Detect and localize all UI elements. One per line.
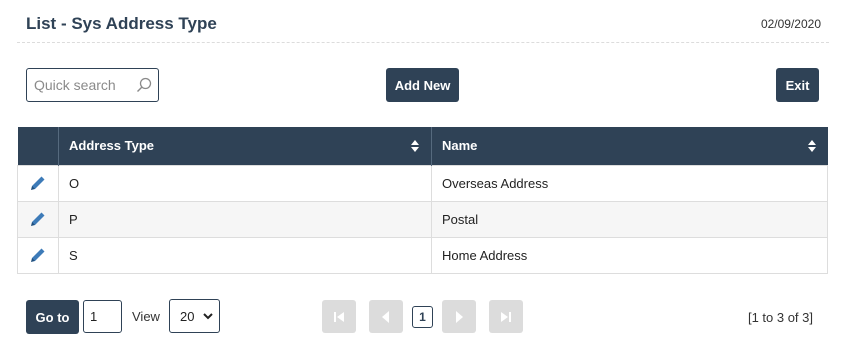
previous-page-icon — [382, 310, 389, 323]
address-type-cell: S — [58, 236, 432, 274]
edit-cell[interactable] — [17, 236, 59, 274]
page-header: List - Sys Address Type 02/09/2020 — [17, 0, 829, 43]
name-cell: Overseas Address — [431, 164, 828, 202]
chevron-down-icon — [203, 313, 213, 320]
edit-cell[interactable] — [17, 200, 59, 238]
last-page-button[interactable] — [489, 300, 523, 333]
add-new-button[interactable]: Add New — [386, 68, 459, 102]
header-date: 02/09/2020 — [760, 17, 821, 31]
view-label: View — [132, 309, 160, 324]
search-icon[interactable] — [136, 77, 152, 93]
table-header-row: Address Type Name — [17, 127, 828, 165]
column-header-name[interactable]: Name — [431, 127, 828, 165]
name-cell: Postal — [431, 200, 828, 238]
column-header-address-type[interactable]: Address Type — [58, 127, 432, 165]
quick-search[interactable] — [26, 68, 159, 102]
sort-icon[interactable] — [807, 140, 816, 152]
current-page-indicator[interactable]: 1 — [412, 306, 433, 328]
edit-cell[interactable] — [17, 164, 59, 202]
go-to-button[interactable]: Go to — [26, 300, 79, 334]
pagination-range: [1 to 3 of 3] — [747, 310, 813, 325]
first-page-button[interactable] — [322, 300, 356, 333]
address-type-table: Address Type Name O Overseas Address P P… — [17, 127, 828, 274]
previous-page-button[interactable] — [369, 300, 403, 333]
last-page-icon — [501, 311, 511, 322]
sort-icon[interactable] — [411, 140, 419, 152]
table-row[interactable]: O Overseas Address — [17, 164, 828, 202]
next-page-button[interactable] — [442, 300, 476, 333]
exit-button[interactable]: Exit — [776, 68, 819, 102]
pencil-icon[interactable] — [30, 211, 46, 227]
first-page-icon — [334, 311, 344, 322]
next-page-icon — [456, 310, 463, 323]
page-size-select[interactable]: 20 — [169, 299, 220, 333]
address-type-cell: O — [58, 164, 432, 202]
pencil-icon[interactable] — [30, 175, 46, 191]
name-cell: Home Address — [431, 236, 828, 274]
page-title: List - Sys Address Type — [26, 14, 217, 33]
search-input[interactable] — [27, 69, 131, 101]
table-row[interactable]: S Home Address — [17, 236, 828, 274]
go-to-page-input[interactable] — [83, 300, 122, 333]
pencil-icon[interactable] — [30, 247, 46, 263]
column-label: Name — [442, 138, 478, 154]
address-type-cell: P — [58, 200, 432, 238]
column-label: Address Type — [69, 138, 155, 154]
page-size-value: 20 — [180, 309, 195, 324]
table-row[interactable]: P Postal — [17, 200, 828, 238]
edit-column-header — [17, 127, 59, 165]
